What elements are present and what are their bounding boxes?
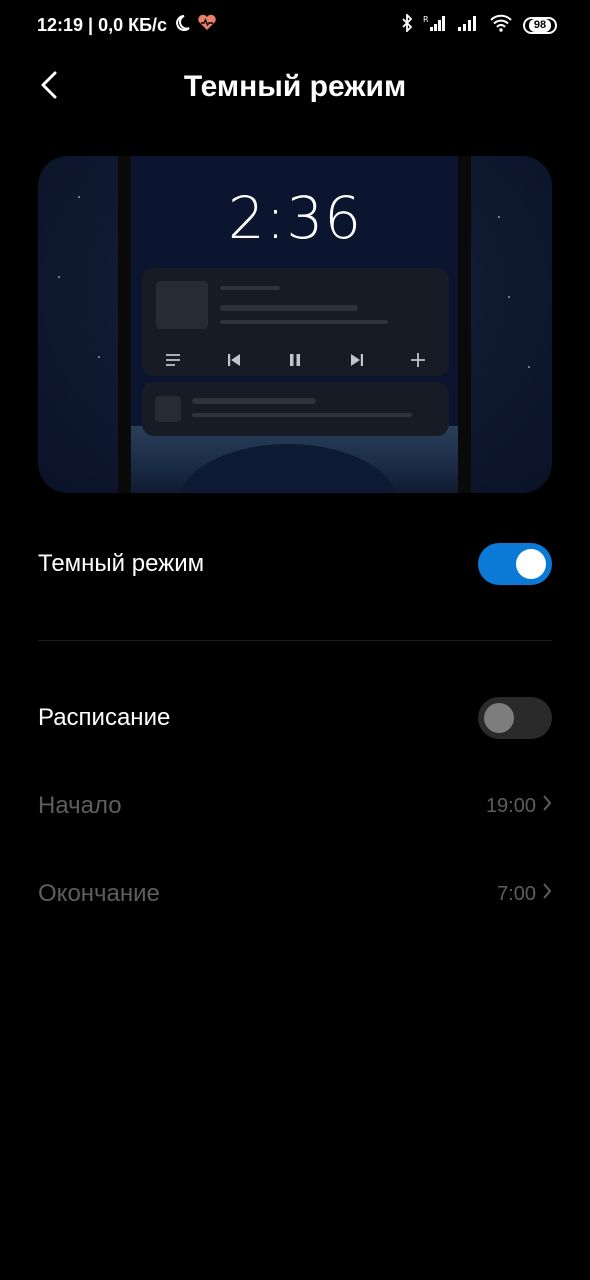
schedule-row[interactable]: Расписание	[38, 696, 552, 740]
end-label: Окончание	[38, 880, 160, 907]
start-value-wrapper: 19:00	[486, 794, 552, 818]
start-time-row[interactable]: Начало 19:00	[38, 786, 552, 826]
signal-icon	[457, 14, 479, 37]
plus-icon	[406, 348, 430, 372]
divider	[38, 640, 552, 641]
start-label: Начало	[38, 792, 122, 819]
svg-text:R: R	[423, 15, 429, 24]
preview-media-controls	[142, 348, 449, 372]
end-value-wrapper: 7:00	[497, 882, 552, 906]
end-time-row[interactable]: Окончание 7:00	[38, 874, 552, 914]
schedule-label: Расписание	[38, 704, 171, 731]
dark-mode-preview-image: 2:36	[38, 156, 552, 493]
battery-level: 98	[528, 19, 552, 32]
list-icon	[161, 348, 185, 372]
pause-icon	[283, 348, 307, 372]
status-left: 12:19 | 0,0 КБ/с	[37, 14, 217, 37]
toggle-knob	[484, 703, 514, 733]
chevron-right-icon	[542, 882, 552, 906]
wifi-icon	[489, 14, 513, 37]
preview-notification-card	[142, 382, 449, 436]
bluetooth-icon	[401, 12, 413, 37]
heart-icon	[197, 14, 217, 37]
skip-next-icon	[345, 348, 369, 372]
moon-icon	[173, 14, 191, 37]
dark-mode-row[interactable]: Темный режим	[38, 542, 552, 586]
preview-clock: 2:36	[227, 184, 363, 252]
signal-roaming-icon: R	[423, 14, 447, 37]
battery-icon: 98	[523, 17, 557, 34]
status-time-info: 12:19 | 0,0 КБ/с	[37, 15, 168, 35]
preview-media-card	[142, 268, 449, 376]
preview-album-thumb	[156, 281, 208, 329]
skip-previous-icon	[222, 348, 246, 372]
end-value: 7:00	[497, 882, 536, 905]
toggle-knob	[516, 549, 546, 579]
start-value: 19:00	[485, 794, 536, 817]
dark-mode-toggle[interactable]	[478, 543, 552, 585]
status-right: R 98	[401, 12, 557, 37]
header: Темный режим	[0, 56, 590, 118]
status-bar: 12:19 | 0,0 КБ/с R 98	[0, 0, 590, 52]
dark-mode-label: Темный режим	[38, 550, 205, 577]
schedule-toggle[interactable]	[478, 697, 552, 739]
page-title: Темный режим	[183, 70, 407, 103]
chevron-right-icon	[542, 794, 552, 818]
